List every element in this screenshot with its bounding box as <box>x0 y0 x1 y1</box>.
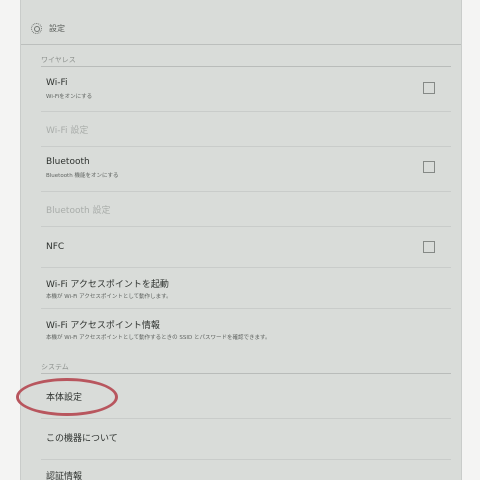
ap-info-description: 本機が Wi-Fi アクセスポイントとして動作するときの SSID とパスワード… <box>46 335 271 341</box>
about-label: この機器について <box>46 434 118 444</box>
bluetooth-description: Bluetooth 機能をオンにする <box>46 173 119 179</box>
certification-row[interactable]: 認証情報 <box>21 460 461 480</box>
gear-icon <box>31 23 42 34</box>
title-bar: 設定 <box>21 15 461 45</box>
wifi-row[interactable]: Wi-Fi Wi-Fiをオンにする <box>21 67 461 111</box>
wifi-label: Wi-Fi <box>46 78 68 88</box>
nfc-row[interactable]: NFC <box>21 227 461 267</box>
ap-start-row[interactable]: Wi-Fi アクセスポイントを起動 本機が Wi-Fi アクセスポイントとして動… <box>21 268 461 308</box>
bluetooth-row[interactable]: Bluetooth Bluetooth 機能をオンにする <box>21 147 461 191</box>
ap-start-description: 本機が Wi-Fi アクセスポイントとして動作します。 <box>46 294 172 300</box>
certification-label: 認証情報 <box>46 472 83 480</box>
ap-info-row[interactable]: Wi-Fi アクセスポイント情報 本機が Wi-Fi アクセスポイントとして動作… <box>21 309 461 353</box>
bluetooth-label: Bluetooth <box>46 157 90 167</box>
bluetooth-settings-label: Bluetooth 設定 <box>46 206 111 216</box>
section-header-system: システム <box>41 363 69 371</box>
about-row[interactable]: この機器について <box>21 419 461 459</box>
page-title: 設定 <box>49 24 65 33</box>
wifi-settings-row[interactable]: Wi-Fi 設定 <box>21 112 461 146</box>
wifi-checkbox[interactable] <box>423 82 435 94</box>
section-header-wireless: ワイヤレス <box>41 56 76 64</box>
highlight-circle-annotation <box>16 378 118 416</box>
ap-info-label: Wi-Fi アクセスポイント情報 <box>46 321 160 331</box>
bluetooth-checkbox[interactable] <box>423 161 435 173</box>
nfc-label: NFC <box>46 242 65 252</box>
ap-start-label: Wi-Fi アクセスポイントを起動 <box>46 280 169 290</box>
bluetooth-settings-row[interactable]: Bluetooth 設定 <box>21 192 461 226</box>
wifi-description: Wi-Fiをオンにする <box>46 94 93 100</box>
nfc-checkbox[interactable] <box>423 241 435 253</box>
wifi-settings-label: Wi-Fi 設定 <box>46 126 89 136</box>
